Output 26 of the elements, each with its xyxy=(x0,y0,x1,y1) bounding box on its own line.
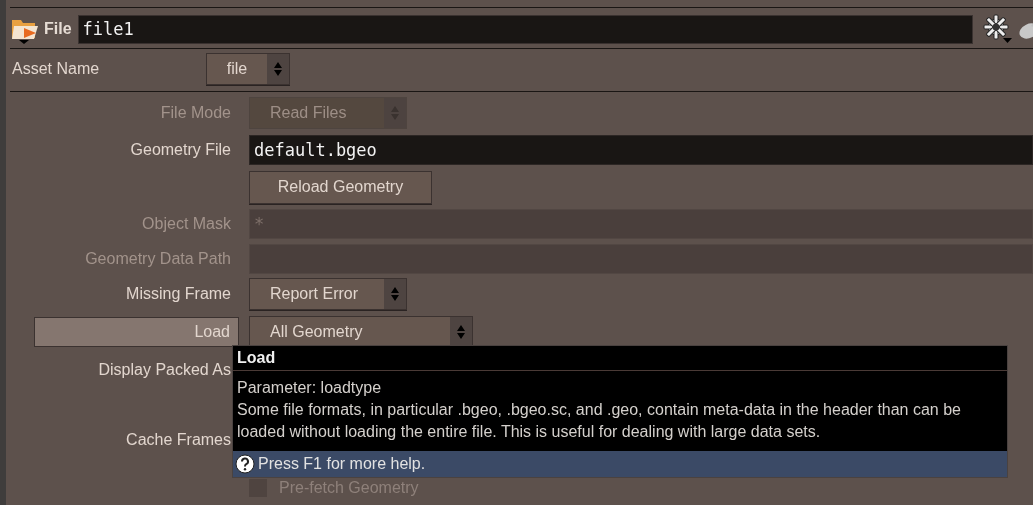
text-field[interactable]: default.bgeo xyxy=(249,135,1033,165)
field-label: Load xyxy=(34,317,239,347)
field-label: Geometry File xyxy=(129,141,232,159)
tooltip-text: loaded without loading the entire file. This is useful for dealing with large data sets. xyxy=(237,422,822,442)
field-label: File Mode xyxy=(159,104,232,122)
field-label: Missing Frame xyxy=(125,285,232,303)
dropdown-menu[interactable]: file xyxy=(206,52,290,85)
field-label: Geometry Data Path xyxy=(84,249,232,268)
field-label: Asset Name xyxy=(11,59,101,78)
field-label: Cache Frames xyxy=(125,431,232,449)
gear-icon[interactable] xyxy=(983,14,1013,44)
node-type-label: File xyxy=(44,20,72,38)
dropdown-menu[interactable]: Report Error xyxy=(249,278,407,310)
up-down-arrows-icon xyxy=(273,60,283,77)
up-down-arrows-icon xyxy=(456,324,466,340)
help-hint: Press F1 for more help. xyxy=(258,455,426,473)
field-label: Object Mask xyxy=(141,215,232,233)
help-icon xyxy=(235,454,255,474)
tooltip-title: Load xyxy=(233,346,1007,371)
dropdown-menu[interactable]: All Geometry xyxy=(249,316,473,348)
tooltip-text: Some file formats, in particular .bgeo, .bgeo.sc, and .geo, contain meta-data in the header than can be xyxy=(237,400,962,420)
tooltip-text: Parameter: loadtype xyxy=(237,378,383,398)
field-label: Display Packed As xyxy=(97,361,232,379)
node-name-field[interactable]: file1 xyxy=(77,14,973,44)
reload-geometry-button[interactable]: Reload Geometry xyxy=(249,170,432,204)
up-down-arrows-icon xyxy=(390,286,400,302)
